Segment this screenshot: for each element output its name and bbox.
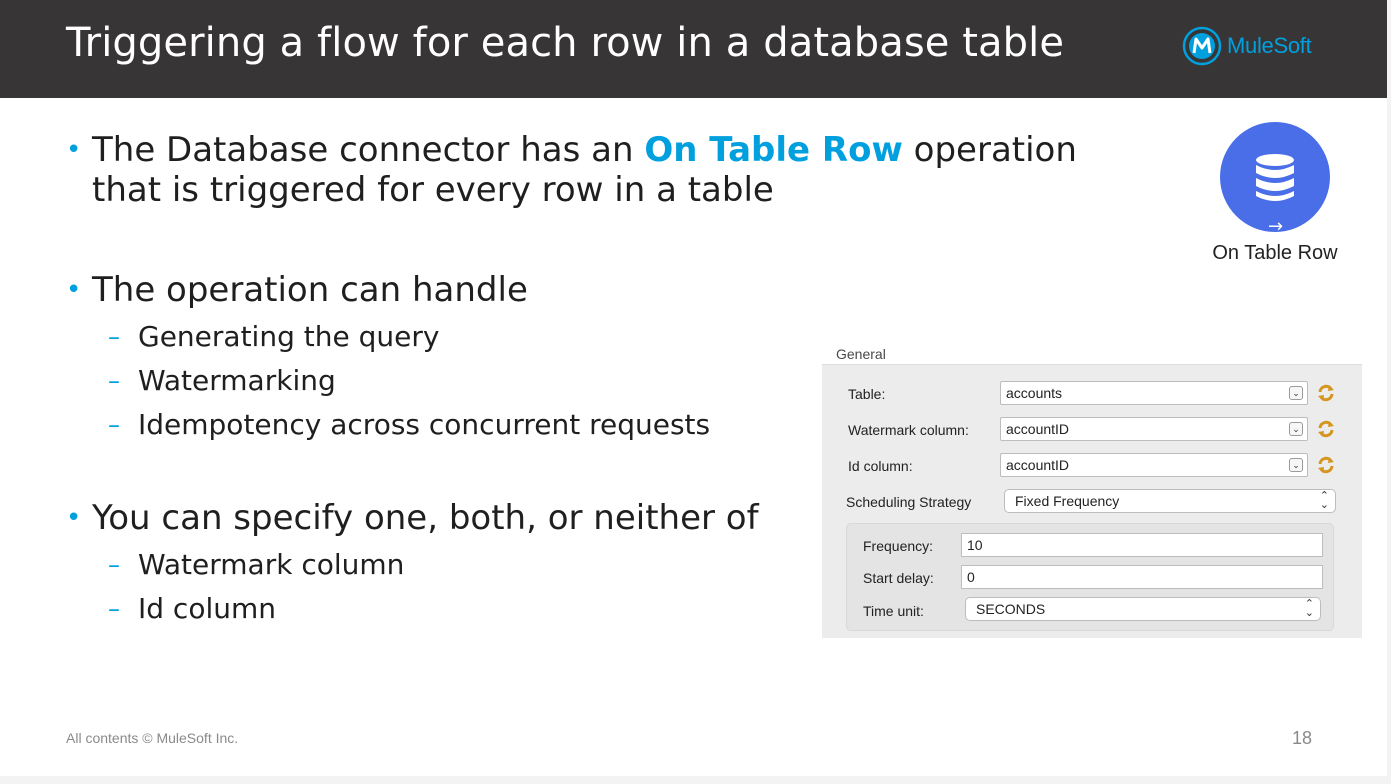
bullet-dot: • — [66, 275, 82, 305]
component-circle: → — [1220, 122, 1330, 237]
slide-title: Triggering a flow for each row in a data… — [66, 20, 1065, 66]
time-unit-label: Time unit: — [863, 603, 924, 619]
frequency-input[interactable]: 10 — [961, 533, 1323, 557]
sub-bullet-dash: – — [108, 367, 120, 395]
scheduling-strategy-label: Scheduling Strategy — [846, 494, 972, 510]
sub-bullet: – Idempotency across concurrent requests — [108, 408, 710, 442]
time-unit-value: SECONDS — [976, 601, 1046, 617]
sub-bullet: – Id column — [108, 592, 276, 626]
mulesoft-logo-text: MuleSoft — [1227, 33, 1312, 58]
bullet-3-text: You can specify one, both, or neither of — [92, 498, 759, 538]
on-table-row-component[interactable]: → On Table Row — [1205, 122, 1345, 265]
bullet-1: • The Database connector has an On Table… — [66, 130, 1156, 210]
chevron-down-icon: ⌄ — [1289, 422, 1303, 436]
start-delay-label: Start delay: — [863, 570, 934, 586]
general-config-panel: Table: accounts ⌄ Watermark column: acco… — [822, 364, 1362, 638]
frequency-label: Frequency: — [863, 538, 934, 554]
bullet-dot: • — [66, 135, 82, 165]
arrow-right-icon: → — [1268, 216, 1284, 237]
watermark-column-label: Watermark column: — [848, 422, 969, 438]
table-label: Table: — [848, 386, 886, 402]
sub-bullet-text: Watermarking — [138, 364, 336, 397]
sub-bullet: – Generating the query — [108, 320, 439, 354]
refresh-icon[interactable] — [1315, 418, 1337, 440]
time-unit-select[interactable]: SECONDS ⌃ ⌄ — [965, 597, 1321, 621]
fixed-frequency-settings: Frequency: 10 Start delay: 0 Time unit: … — [846, 523, 1334, 631]
bullet-3: • You can specify one, both, or neither … — [66, 498, 759, 538]
sub-bullet-dash: – — [108, 323, 120, 351]
component-label: On Table Row — [1212, 242, 1338, 264]
updown-arrows-icon: ⌃ ⌄ — [1319, 490, 1329, 511]
sub-bullet-dash: – — [108, 595, 120, 623]
table-select[interactable]: accounts ⌄ — [1000, 381, 1308, 405]
bullet-1-highlight: On Table Row — [644, 130, 903, 170]
mulesoft-logo-icon — [1182, 26, 1222, 66]
sub-bullet-text: Watermark column — [138, 548, 405, 581]
updown-arrows-icon: ⌃ ⌄ — [1304, 598, 1314, 619]
frequency-value: 10 — [967, 537, 983, 553]
table-value: accounts — [1006, 385, 1063, 401]
start-delay-input[interactable]: 0 — [961, 565, 1323, 589]
id-column-label: Id column: — [848, 458, 913, 474]
database-icon — [1256, 154, 1294, 201]
refresh-icon[interactable] — [1315, 454, 1337, 476]
slide: Triggering a flow for each row in a data… — [0, 0, 1387, 776]
sub-bullet-text: Generating the query — [138, 320, 440, 353]
bullet-2: • The operation can handle — [66, 270, 528, 310]
scheduling-strategy-select[interactable]: Fixed Frequency ⌃ ⌄ — [1004, 489, 1336, 513]
footer-copyright: All contents © MuleSoft Inc. — [66, 730, 239, 746]
sub-bullet-dash: – — [108, 551, 120, 579]
chevron-down-icon: ⌄ — [1289, 386, 1303, 400]
refresh-icon[interactable] — [1315, 382, 1337, 404]
watermark-column-value: accountID — [1006, 421, 1070, 437]
scheduling-strategy-value: Fixed Frequency — [1015, 493, 1120, 509]
sub-bullet: – Watermarking — [108, 364, 336, 398]
id-column-value: accountID — [1006, 457, 1070, 473]
id-column-select[interactable]: accountID ⌄ — [1000, 453, 1308, 477]
chevron-down-icon: ⌄ — [1289, 458, 1303, 472]
watermark-column-select[interactable]: accountID ⌄ — [1000, 417, 1308, 441]
sub-bullet: – Watermark column — [108, 548, 404, 582]
slide-header: Triggering a flow for each row in a data… — [0, 0, 1387, 98]
page-number: 18 — [1292, 728, 1313, 748]
sub-bullet-text: Id column — [138, 592, 277, 625]
bullet-2-text: The operation can handle — [92, 270, 528, 310]
bullet-dot: • — [66, 503, 82, 533]
sub-bullet-dash: – — [108, 411, 120, 439]
bullet-1-text: The Database connector has an On Table R… — [66, 130, 1156, 210]
start-delay-value: 0 — [967, 569, 975, 585]
sub-bullet-text: Idempotency across concurrent requests — [138, 408, 711, 441]
mulesoft-logo: MuleSoft — [1182, 26, 1312, 66]
general-section-label: General — [836, 346, 886, 362]
bullet-1-prefix: The Database connector has an — [92, 130, 645, 170]
